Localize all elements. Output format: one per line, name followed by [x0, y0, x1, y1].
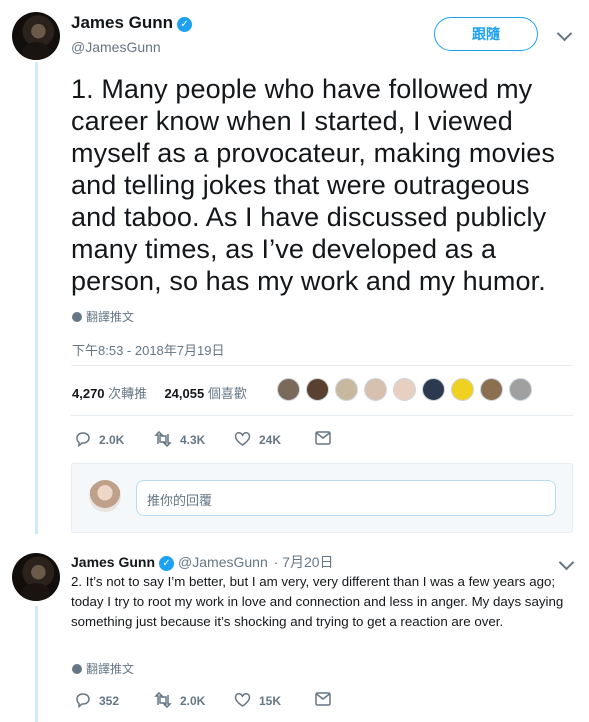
envelope-icon — [315, 692, 331, 706]
like-count: 15K — [259, 694, 282, 708]
reply-input[interactable]: 推你的回覆 — [136, 480, 556, 516]
dm-action[interactable] — [315, 692, 339, 706]
reply-icon — [76, 693, 90, 709]
liker-avatar[interactable] — [480, 378, 503, 401]
translate-label[interactable]: 翻譯推文 — [86, 662, 134, 676]
liker-avatar[interactable] — [335, 378, 358, 401]
follow-button[interactable]: 跟隨 — [434, 17, 538, 51]
globe-icon — [72, 664, 82, 674]
reply-date[interactable]: · 7月20日 — [274, 554, 334, 570]
likes-count[interactable]: 24,055 — [164, 386, 204, 401]
author-name-text[interactable]: James Gunn — [71, 13, 173, 32]
reply-author-header: James Gunn ✓ @JamesGunn · 7月20日 — [71, 552, 334, 572]
retweet-icon — [154, 691, 172, 709]
retweet-action[interactable]: 2.0K — [154, 691, 206, 709]
reply-icon — [76, 432, 90, 448]
liker-avatar[interactable] — [509, 378, 532, 401]
reply-tweet-text: 2. It’s not to say I’m better, but I am … — [71, 574, 564, 629]
retweet-action[interactable]: 4.3K — [154, 430, 206, 448]
liker-avatar[interactable] — [306, 378, 329, 401]
translate-link[interactable]: 翻譯推文 — [72, 308, 134, 325]
liker-avatar[interactable] — [451, 378, 474, 401]
translate-link[interactable]: 翻譯推文 — [72, 660, 134, 677]
likes-label[interactable]: 個喜歡 — [208, 386, 247, 401]
heart-icon — [234, 432, 251, 446]
like-action[interactable]: 24K — [234, 431, 281, 447]
tweet-text: 1. Many people who have followed my care… — [71, 74, 555, 296]
reply-action[interactable]: 352 — [75, 692, 120, 709]
like-action[interactable]: 15K — [234, 692, 281, 708]
author-handle[interactable]: @JamesGunn — [71, 39, 161, 55]
liker-avatar[interactable] — [364, 378, 387, 401]
retweets-count[interactable]: 4,270 — [72, 386, 105, 401]
liker-avatar[interactable] — [393, 378, 416, 401]
author-avatar[interactable] — [12, 12, 60, 60]
current-user-avatar — [89, 480, 121, 512]
thread-line — [35, 62, 38, 534]
divider — [71, 415, 573, 416]
reply-action[interactable]: 2.0K — [75, 431, 125, 448]
dm-action[interactable] — [315, 431, 339, 445]
verified-badge-icon: ✓ — [159, 556, 175, 571]
globe-icon — [72, 312, 82, 322]
reply-author-handle[interactable]: @JamesGunn — [178, 554, 268, 570]
retweets-label[interactable]: 次轉推 — [108, 386, 147, 401]
heart-icon — [234, 693, 251, 707]
like-count: 24K — [259, 433, 282, 447]
author-name[interactable]: James Gunn ✓ — [71, 13, 193, 33]
envelope-icon — [315, 431, 331, 445]
reply-author-avatar[interactable] — [12, 553, 60, 601]
tweet-stats: 4,270 次轉推 24,055 個喜歡 — [72, 383, 247, 402]
translate-label[interactable]: 翻譯推文 — [86, 310, 134, 324]
retweet-count: 4.3K — [180, 433, 206, 447]
chevron-down-icon[interactable] — [558, 554, 575, 571]
chevron-down-icon[interactable] — [556, 25, 573, 42]
liker-avatar[interactable] — [277, 378, 300, 401]
retweet-count: 2.0K — [180, 694, 206, 708]
reply-author-name[interactable]: James Gunn — [71, 554, 155, 570]
thread-line — [35, 606, 38, 722]
tweet-timestamp[interactable]: 下午8:53 - 2018年7月19日 — [72, 340, 224, 359]
reply-composer: 推你的回覆 — [71, 463, 573, 533]
reply-count: 2.0K — [99, 433, 125, 447]
retweet-icon — [154, 430, 172, 448]
liker-avatar[interactable] — [422, 378, 445, 401]
reply-count: 352 — [99, 694, 120, 708]
verified-badge-icon: ✓ — [177, 17, 193, 32]
divider — [71, 365, 573, 366]
